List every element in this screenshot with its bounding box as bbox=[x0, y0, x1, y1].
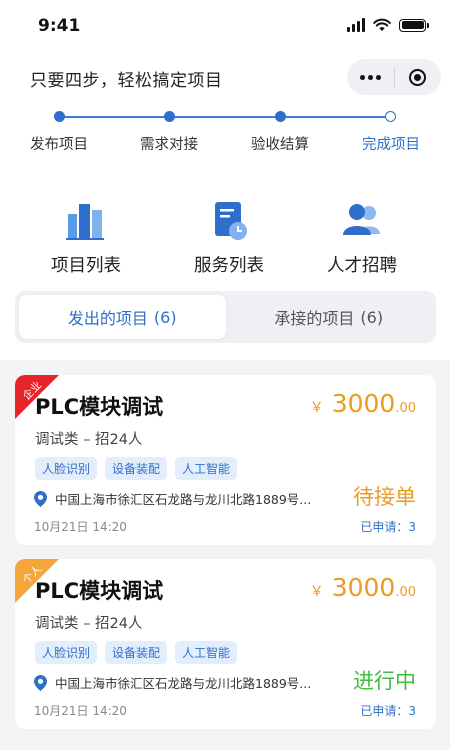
cellular-signal-icon bbox=[347, 18, 365, 32]
price-integer: 3000 bbox=[331, 573, 396, 602]
project-date: 10月21日 14:20 bbox=[34, 704, 127, 718]
project-address: 中国上海市徐汇区石龙路与龙川北路1889号... bbox=[34, 489, 311, 508]
wifi-icon bbox=[373, 18, 391, 31]
nav-label-service-list: 服务列表 bbox=[194, 256, 264, 276]
page-title: 只要四步，轻松搞定项目 bbox=[30, 71, 223, 91]
project-card[interactable]: 个人 PLC模块调试 ￥ 3000 .00 调试类 – 招24人 人脸识别 设备… bbox=[15, 559, 436, 729]
currency-symbol: ￥ bbox=[309, 584, 324, 600]
nav-service-list[interactable]: 服务列表 bbox=[169, 200, 289, 277]
nav-label-talent-recruit: 人才招聘 bbox=[327, 256, 397, 276]
skill-tag: 人工智能 bbox=[175, 641, 238, 664]
feature-nav: 项目列表 服务列表 人才招聘 bbox=[0, 200, 450, 280]
tab-accepted-projects[interactable]: 承接的项目 (6) bbox=[226, 295, 433, 339]
project-title: PLC模块调试 bbox=[35, 579, 164, 603]
tab-sent-projects[interactable]: 发出的项目 (6) bbox=[19, 295, 226, 339]
project-card[interactable]: 企业 PLC模块调试 ￥ 3000 .00 调试类 – 招24人 人脸识别 设备… bbox=[15, 375, 436, 545]
nav-talent-recruit[interactable]: 人才招聘 bbox=[302, 200, 422, 277]
tab-accepted-label: 承接的项目 bbox=[274, 309, 355, 328]
project-list: 企业 PLC模块调试 ￥ 3000 .00 调试类 – 招24人 人脸识别 设备… bbox=[0, 360, 450, 750]
project-status: 待接单 bbox=[353, 485, 416, 509]
address-text: 中国上海市徐汇区石龙路与龙川北路1889号... bbox=[55, 492, 312, 507]
location-pin-icon bbox=[34, 674, 47, 691]
applied-count: 已申请：3 bbox=[360, 704, 416, 718]
more-dots-icon bbox=[359, 74, 381, 80]
step-dot-3 bbox=[275, 111, 286, 122]
status-icons bbox=[347, 18, 429, 32]
skill-tag: 人工智能 bbox=[175, 457, 238, 480]
process-steps: 发布项目 需求对接 验收结算 完成项目 bbox=[0, 108, 450, 158]
step-dot-1 bbox=[54, 111, 65, 122]
skill-tags: 人脸识别 设备装配 人工智能 bbox=[35, 641, 238, 664]
chart-bars-icon bbox=[66, 204, 104, 240]
project-address: 中国上海市徐汇区石龙路与龙川北路1889号... bbox=[34, 673, 311, 692]
close-button[interactable] bbox=[394, 59, 441, 95]
price-decimal: .00 bbox=[395, 585, 416, 600]
skill-tag: 设备装配 bbox=[105, 641, 168, 664]
people-icon bbox=[343, 204, 380, 235]
skill-tags: 人脸识别 设备装配 人工智能 bbox=[35, 457, 238, 480]
project-category: 调试类 – 招24人 bbox=[35, 616, 143, 632]
location-pin-icon bbox=[34, 490, 47, 507]
project-price: ￥ 3000 .00 bbox=[310, 573, 416, 602]
applied-count: 已申请：3 bbox=[360, 520, 416, 534]
step-dot-4 bbox=[385, 111, 396, 122]
step-label-settle: 验收结算 bbox=[251, 137, 309, 153]
project-status: 进行中 bbox=[353, 669, 416, 693]
status-bar: 9:41 bbox=[0, 0, 450, 52]
status-time: 9:41 bbox=[38, 16, 81, 36]
price-decimal: .00 bbox=[395, 401, 416, 416]
target-circle-icon bbox=[409, 68, 427, 86]
step-label-match: 需求对接 bbox=[140, 137, 198, 153]
nav-label-project-list: 项目列表 bbox=[51, 256, 121, 276]
step-dot-2 bbox=[164, 111, 175, 122]
project-category: 调试类 – 招24人 bbox=[35, 432, 143, 448]
step-label-publish: 发布项目 bbox=[30, 137, 88, 153]
tab-sent-count: (6) bbox=[153, 307, 177, 327]
step-label-complete: 完成项目 bbox=[362, 137, 420, 153]
project-price: ￥ 3000 .00 bbox=[310, 389, 416, 418]
project-tabs: 发出的项目 (6) 承接的项目 (6) bbox=[15, 291, 436, 343]
address-text: 中国上海市徐汇区石龙路与龙川北路1889号... bbox=[55, 676, 312, 691]
currency-symbol: ￥ bbox=[309, 400, 324, 416]
skill-tag: 人脸识别 bbox=[35, 641, 98, 664]
document-clock-icon bbox=[215, 202, 247, 240]
steps-line bbox=[60, 116, 391, 118]
skill-tag: 人脸识别 bbox=[35, 457, 98, 480]
price-integer: 3000 bbox=[331, 389, 396, 418]
tab-accepted-count: (6) bbox=[360, 307, 384, 327]
battery-icon bbox=[399, 18, 429, 32]
skill-tag: 设备装配 bbox=[105, 457, 168, 480]
nav-project-list[interactable]: 项目列表 bbox=[26, 200, 146, 277]
mini-program-capsule bbox=[347, 59, 441, 95]
project-date: 10月21日 14:20 bbox=[34, 520, 127, 534]
more-button[interactable] bbox=[347, 59, 394, 95]
tab-sent-label: 发出的项目 bbox=[67, 309, 148, 328]
project-title: PLC模块调试 bbox=[35, 395, 164, 419]
